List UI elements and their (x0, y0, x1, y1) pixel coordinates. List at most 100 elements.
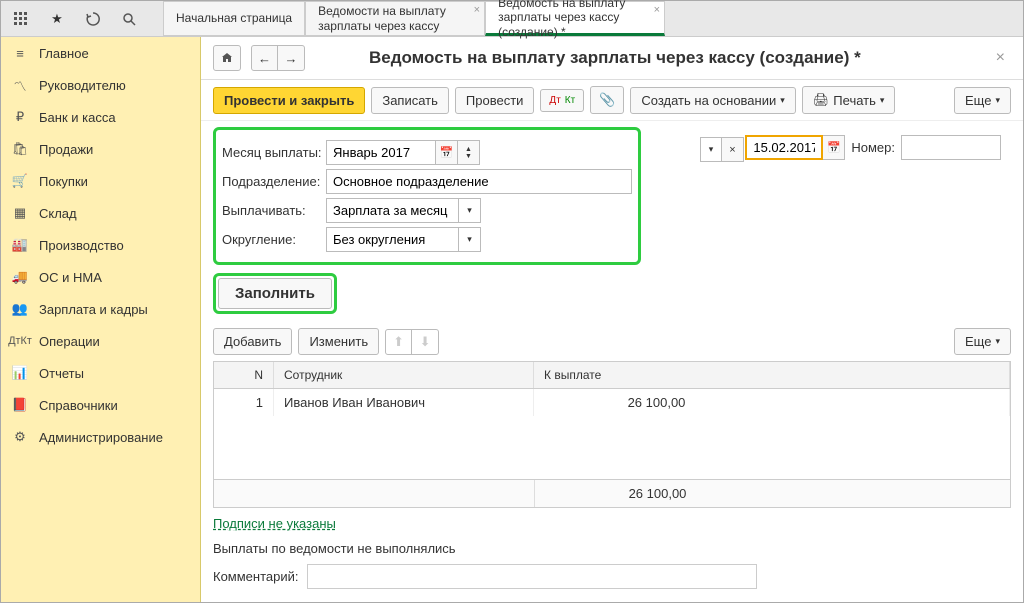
sidebar-label: Зарплата и кадры (39, 302, 148, 317)
print-button[interactable]: 🖨 Печать ▾ (802, 86, 896, 114)
date-picker-icon[interactable]: 📅 (823, 135, 845, 160)
dept-input[interactable] (326, 169, 632, 194)
employee-table: N Сотрудник К выплате 1 Иванов Иван Иван… (213, 361, 1011, 508)
round-dropdown[interactable]: ▾ (459, 227, 481, 252)
apps-icon[interactable] (9, 7, 33, 31)
content: ← → Ведомость на выплату зарплаты через … (201, 37, 1023, 602)
sidebar-item-main[interactable]: ≡Главное (1, 37, 200, 69)
fill-button[interactable]: Заполнить (218, 278, 332, 309)
month-spinner[interactable]: ▲▼ (458, 140, 480, 165)
forward-button[interactable]: → (278, 46, 304, 70)
tab-home[interactable]: Начальная страница (163, 1, 305, 36)
sidebar-label: Администрирование (39, 430, 163, 445)
form-section: Месяц выплаты: 📅 ▲▼ Подразделение: (201, 121, 1023, 602)
post-and-close-button[interactable]: Провести и закрыть (213, 87, 365, 114)
sidebar-label: Справочники (39, 398, 118, 413)
back-button[interactable]: ← (252, 46, 278, 70)
more-button[interactable]: Еще ▾ (954, 87, 1011, 114)
sidebar-item-operations[interactable]: ДтКтОперации (1, 325, 200, 357)
move-up-button[interactable]: ⬆ (386, 330, 412, 354)
dept-dropdown[interactable]: ▾ (700, 137, 722, 162)
ruble-icon: ₽ (11, 108, 29, 126)
dk-button[interactable]: ДтКт (540, 89, 584, 112)
tab-document[interactable]: Ведомость на выплату зарплаты через касс… (485, 1, 665, 36)
gear-icon: ⚙ (11, 428, 29, 446)
table-total: 26 100,00 (534, 480, 1010, 507)
post-button[interactable]: Провести (455, 87, 535, 114)
highlighted-form-group: Месяц выплаты: 📅 ▲▼ Подразделение: (213, 127, 641, 265)
sidebar-item-payroll[interactable]: 👥 Зарплата и кадры (1, 293, 200, 325)
sidebar-item-sales[interactable]: 🛍Продажи (1, 133, 200, 165)
cell-employee: Иванов Иван Иванович (274, 389, 534, 416)
button-label: Создать на основании (641, 93, 776, 108)
sidebar-item-catalogs[interactable]: 📕Справочники (1, 389, 200, 421)
dept-clear[interactable]: × (722, 137, 744, 162)
footer: Подписи не указаны Выплаты по ведомости … (213, 508, 1011, 597)
button-label: Еще (965, 334, 991, 349)
sidebar-item-admin[interactable]: ⚙ Администрирование (1, 421, 200, 453)
cell-n: 1 (214, 389, 274, 416)
sidebar-label: Банк и касса (39, 110, 116, 125)
calendar-icon[interactable]: 📅 (436, 140, 458, 165)
tab-label: Ведомости на выплату зарплаты через касс… (318, 4, 472, 33)
sidebar-item-warehouse[interactable]: ▦ Склад (1, 197, 200, 229)
number-label: Номер: (851, 140, 895, 155)
sidebar-item-bank[interactable]: ₽ Банк и касса (1, 101, 200, 133)
boxes-icon: ▦ (11, 204, 29, 222)
menu-icon: ≡ (11, 44, 29, 62)
col-pay: К выплате (534, 362, 1010, 388)
bars-icon: 📊 (11, 364, 29, 382)
fill-highlight: Заполнить (213, 273, 337, 314)
attach-button[interactable]: 📎 (590, 86, 624, 114)
sidebar-item-production[interactable]: 🏭Производство (1, 229, 200, 261)
dept-label: Подразделение: (222, 174, 326, 189)
add-button[interactable]: Добавить (213, 328, 292, 355)
round-label: Округление: (222, 232, 326, 247)
number-input[interactable] (901, 135, 1001, 160)
close-icon[interactable]: × (654, 4, 660, 17)
page-header: ← → Ведомость на выплату зарплаты через … (201, 37, 1023, 80)
comment-label: Комментарий: (213, 569, 299, 584)
history-icon[interactable] (81, 7, 105, 31)
factory-icon: 🏭 (11, 236, 29, 254)
sidebar-label: Отчеты (39, 366, 84, 381)
sidebar-item-assets[interactable]: 🚚ОС и НМА (1, 261, 200, 293)
cell-pay: 26 100,00 (534, 389, 1010, 416)
col-employee: Сотрудник (274, 362, 534, 388)
round-input[interactable] (326, 227, 459, 252)
paytype-input[interactable] (326, 198, 459, 223)
paytype-label: Выплачивать: (222, 203, 326, 218)
star-icon[interactable]: ★ (45, 7, 69, 31)
sidebar-label: Покупки (39, 174, 88, 189)
comment-input[interactable] (307, 564, 757, 589)
month-label: Месяц выплаты: (222, 145, 326, 160)
table-more-button[interactable]: Еще ▾ (954, 328, 1011, 355)
edit-button[interactable]: Изменить (298, 328, 379, 355)
cart-icon: 🛒 (11, 172, 29, 190)
table-row[interactable]: 1 Иванов Иван Иванович 26 100,00 (214, 389, 1010, 416)
tab-label: Начальная страница (176, 11, 292, 25)
sidebar-label: Склад (39, 206, 77, 221)
month-input[interactable] (326, 140, 436, 165)
button-label: Еще (965, 93, 991, 108)
paytype-dropdown[interactable]: ▾ (459, 198, 481, 223)
move-down-button[interactable]: ⬇ (412, 330, 438, 354)
col-n: N (214, 362, 274, 388)
close-page-button[interactable]: × (990, 49, 1011, 67)
sidebar-item-reports[interactable]: 📊 Отчеты (1, 357, 200, 389)
signatures-link[interactable]: Подписи не указаны (213, 516, 336, 531)
save-button[interactable]: Записать (371, 87, 449, 114)
sidebar-item-purchases[interactable]: 🛒 Покупки (1, 165, 200, 197)
sidebar-label: ОС и НМА (39, 270, 102, 285)
main-toolbar: Провести и закрыть Записать Провести ДтК… (201, 80, 1023, 121)
tab-list[interactable]: Ведомости на выплату зарплаты через касс… (305, 1, 485, 36)
payment-status: Выплаты по ведомости не выполнялись (213, 541, 1011, 556)
date-input[interactable] (745, 135, 823, 160)
create-based-button[interactable]: Создать на основании ▾ (630, 87, 795, 114)
button-label: Печать (833, 93, 876, 108)
home-button[interactable] (213, 45, 241, 71)
close-icon[interactable]: × (474, 4, 480, 17)
search-icon[interactable] (117, 7, 141, 31)
sidebar-item-manager[interactable]: 〽Руководителю (1, 69, 200, 101)
people-icon: 👥 (11, 300, 29, 318)
